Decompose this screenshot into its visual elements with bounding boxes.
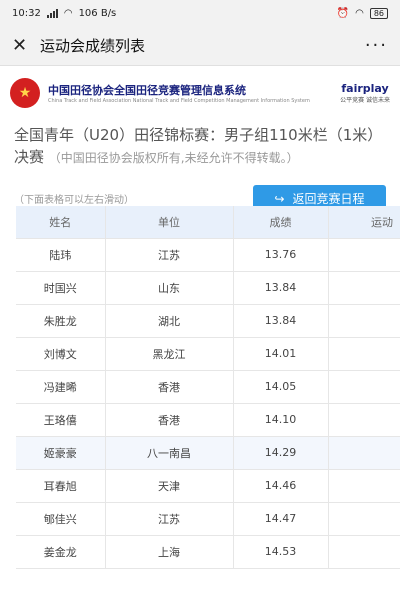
cell-extra (328, 304, 400, 338)
cell-unit: 香港 (105, 370, 234, 404)
page-title: 运动会成绩列表 (40, 37, 146, 55)
cell-unit: 香港 (105, 403, 234, 437)
cell-extra (328, 469, 400, 503)
table-row: 王珞僖 香港 14.10 (16, 403, 400, 437)
signal-icon (46, 8, 58, 18)
cell-score: 13.84 (233, 304, 329, 338)
cell-score: 14.47 (233, 502, 329, 536)
banner-subtitle: China Track and Field Association Nation… (48, 97, 310, 104)
fairplay-slogan: 公平竞赛 诚信未来 (340, 97, 390, 104)
fairplay-logo: fairplay 公平竞赛 诚信未来 (340, 82, 390, 104)
cell-name: 陆玮 (16, 238, 106, 272)
cell-name: 朱胜龙 (16, 304, 106, 338)
cell-name: 郇佳兴 (16, 502, 106, 536)
header-unit: 单位 (105, 206, 234, 239)
scroll-hint: （下面表格可以左右滑动） (14, 195, 134, 206)
back-button-label: 返回竞赛日程 (292, 192, 365, 206)
table-row: 朱胜龙 湖北 13.84 (16, 304, 400, 338)
cell-unit: 山东 (105, 271, 234, 305)
association-emblem-icon: ★ (10, 78, 40, 108)
clock: 10:32 (12, 7, 41, 19)
header-banner: ★ 中国田径协会全国田径竞赛管理信息系统 China Track and Fie… (10, 72, 390, 114)
cell-extra (328, 535, 400, 569)
cell-name: 王珞僖 (16, 403, 106, 437)
cell-extra (328, 337, 400, 371)
table-row: 耳春旭 天津 14.46 (16, 469, 400, 503)
cell-score: 14.29 (233, 436, 329, 470)
table-row: 姬豪豪 八一南昌 14.29 (16, 436, 400, 470)
cell-score: 14.05 (233, 370, 329, 404)
table-row: 陆玮 江苏 13.76 (16, 238, 400, 272)
wifi-icon: ◠ (63, 7, 73, 19)
cell-score: 14.53 (233, 535, 329, 569)
cell-unit: 江苏 (105, 238, 234, 272)
battery-icon: 86 (369, 7, 388, 19)
close-icon[interactable]: ✕ (12, 35, 32, 56)
header-score: 成绩 (233, 206, 329, 239)
cell-extra (328, 502, 400, 536)
table-header-row: 姓名 单位 成绩 运动 (16, 206, 400, 239)
cell-extra (328, 403, 400, 437)
cell-name: 姜金龙 (16, 535, 106, 569)
table-row: 刘博文 黑龙江 14.01 (16, 337, 400, 371)
table-row: 姜金龙 上海 14.53 (16, 535, 400, 569)
cell-score: 13.84 (233, 271, 329, 305)
share-arrow-icon: ↪ (274, 191, 285, 206)
results-table-scroller[interactable]: 姓名 单位 成绩 运动 陆玮 江苏 13.76 时国兴 山东 13.84 朱胜龙 湖北 13… (16, 206, 400, 569)
cell-score: 14.10 (233, 403, 329, 437)
copyright-note: （中国田径协会版权所有,未经允许不得转载。） (48, 151, 299, 165)
cell-name: 冯建晞 (16, 370, 106, 404)
cell-unit: 江苏 (105, 502, 234, 536)
table-row: 郇佳兴 江苏 14.47 (16, 502, 400, 536)
cell-name: 时国兴 (16, 271, 106, 305)
cell-score: 13.76 (233, 238, 329, 272)
more-options-icon[interactable]: ··· (365, 35, 388, 56)
network-speed: 106 B/s (78, 7, 117, 19)
cell-unit: 湖北 (105, 304, 234, 338)
title-bar: ✕ 运动会成绩列表 ··· (0, 26, 400, 66)
cell-unit: 八一南昌 (105, 436, 234, 470)
cell-name: 刘博文 (16, 337, 106, 371)
cell-name: 耳春旭 (16, 469, 106, 503)
cell-extra (328, 370, 400, 404)
cell-unit: 上海 (105, 535, 234, 569)
cell-extra (328, 238, 400, 272)
cell-extra (328, 436, 400, 470)
header-name: 姓名 (16, 206, 106, 239)
table-row: 时国兴 山东 13.84 (16, 271, 400, 305)
header-athlete-number: 运动 (328, 206, 400, 239)
fairplay-brand: fairplay (341, 82, 389, 95)
wifi-status-icon: ◠ (355, 7, 364, 19)
cell-score: 14.01 (233, 337, 329, 371)
cell-name: 姬豪豪 (16, 436, 106, 470)
table-row: 冯建晞 香港 14.05 (16, 370, 400, 404)
cell-score: 14.46 (233, 469, 329, 503)
banner-title: 中国田径协会全国田径竞赛管理信息系统 (48, 83, 246, 97)
status-bar: 10:32 ◠ 106 B/s ⏰ ◠ 86 (0, 0, 400, 26)
alarm-icon: ⏰ (336, 7, 350, 19)
cell-extra (328, 271, 400, 305)
event-heading: 全国青年（U20）田径锦标赛：男子组110米栏（1米）决赛 （中国田径协会版权所… (0, 114, 400, 169)
cell-unit: 黑龙江 (105, 337, 234, 371)
results-table: 姓名 单位 成绩 运动 陆玮 江苏 13.76 时国兴 山东 13.84 朱胜龙 湖北 13… (16, 206, 400, 569)
cell-unit: 天津 (105, 469, 234, 503)
